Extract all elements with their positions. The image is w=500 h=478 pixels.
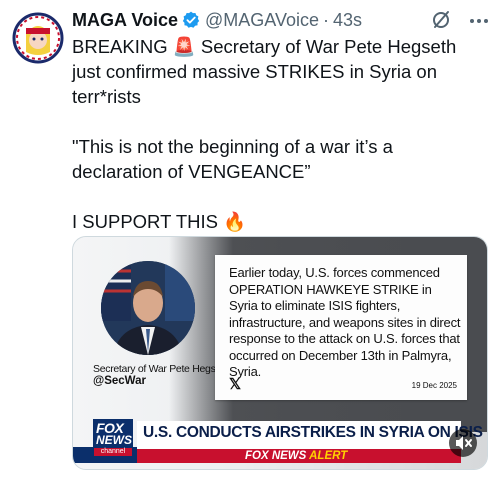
author-handle[interactable]: @MAGAVoice — [205, 10, 319, 31]
post-media-video[interactable]: Secretary of War Pete Hegseth @SecWar Ea… — [72, 236, 488, 470]
more-options-icon[interactable] — [468, 10, 490, 32]
fox-logo-line2: NEWS — [96, 433, 132, 447]
video-caption-handle: @SecWar — [93, 375, 146, 387]
post-line: just confirmed massive STRIKES in Syria … — [72, 61, 437, 82]
post-line: declaration of VENGEANCE” — [72, 161, 311, 182]
news-headline-bar: U.S. CONDUCTS AIRSTRIKES IN SYRIA ON ISI… — [137, 421, 483, 449]
post-line: BREAKING 🚨 Secretary of War Pete Hegseth — [72, 36, 457, 57]
quoted-statement-date: 19 Dec 2025 — [411, 381, 457, 390]
profile-photo — [101, 261, 195, 355]
news-alert-text: FOX NEWS ALERT — [245, 449, 347, 463]
news-headline: U.S. CONDUCTS AIRSTRIKES IN SYRIA ON ISI… — [143, 424, 483, 441]
quoted-statement-card: Earlier today, U.S. forces commenced OPE… — [215, 255, 467, 400]
post-line: I SUPPORT THIS 🔥 — [72, 211, 247, 232]
grok-icon[interactable] — [430, 8, 452, 30]
video-caption-name: Secretary of War Pete Hegseth — [93, 363, 230, 375]
author-name[interactable]: MAGA Voice — [72, 10, 178, 31]
author-avatar[interactable] — [12, 12, 64, 64]
fox-logo-line3: channel — [94, 448, 132, 456]
post-header: MAGA Voice @MAGAVoice · 43s — [72, 8, 490, 32]
quoted-statement-text: Earlier today, U.S. forces commenced OPE… — [229, 265, 461, 379]
mute-icon — [456, 436, 472, 450]
post-line: "This is not the beginning of a war it’s… — [72, 136, 393, 157]
fox-news-logo: FOX NEWS channel — [93, 419, 133, 457]
verified-badge-icon — [182, 11, 200, 28]
post-time[interactable]: 43s — [333, 10, 362, 31]
separator-dot: · — [323, 9, 329, 30]
x-logo-icon: 𝕏 — [229, 376, 242, 393]
post-text: BREAKING 🚨 Secretary of War Pete Hegseth… — [72, 34, 490, 234]
alert-word: ALERT — [309, 450, 348, 462]
alert-prefix: FOX NEWS — [245, 450, 307, 462]
mute-button[interactable] — [449, 429, 477, 457]
news-alert-bar: FOX NEWS ALERT — [137, 449, 461, 463]
post-line: terr*rists — [72, 86, 141, 107]
